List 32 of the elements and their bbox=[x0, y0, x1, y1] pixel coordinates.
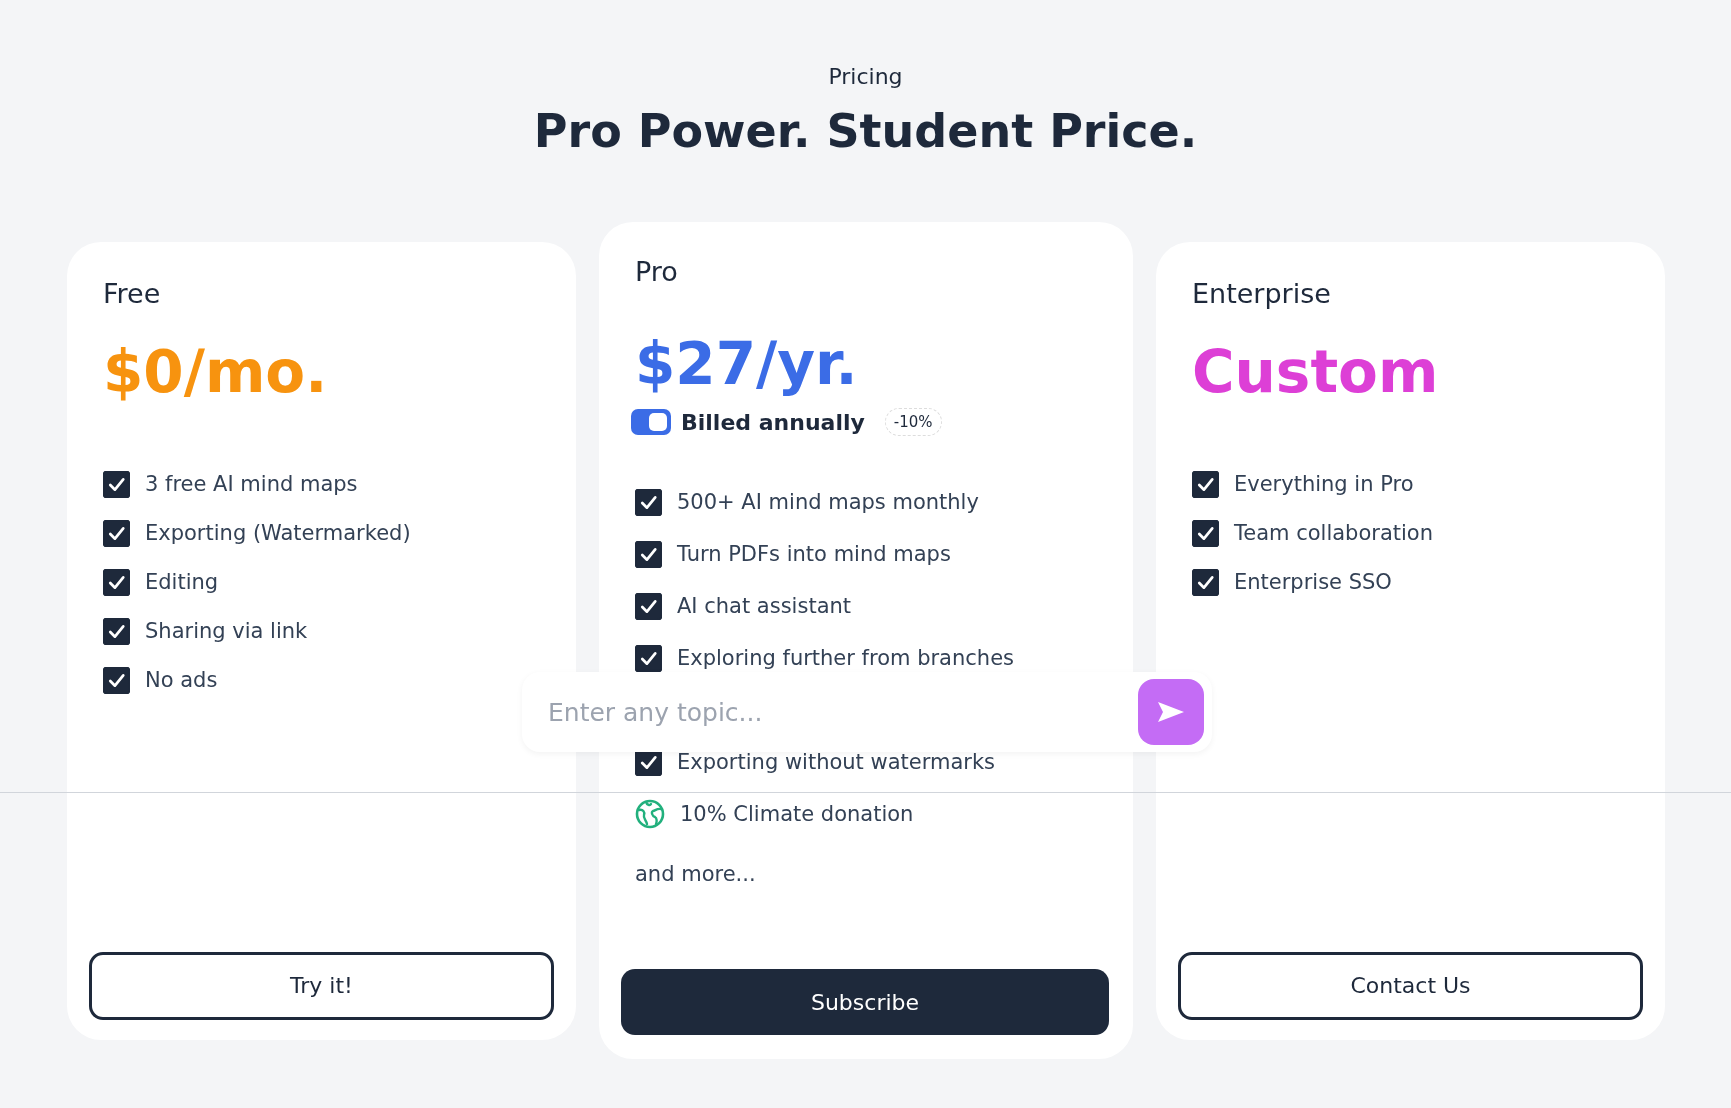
topic-field[interactable]: Enter any topic... bbox=[522, 672, 1212, 752]
billing-toggle[interactable] bbox=[631, 409, 671, 435]
plan-name: Pro bbox=[635, 256, 679, 289]
feature-text: Sharing via link bbox=[145, 619, 308, 643]
feature-text: 500+ AI mind maps monthly bbox=[677, 490, 979, 514]
plan-name: Enterprise bbox=[1192, 277, 1332, 311]
section-label: Pricing bbox=[827, 63, 904, 91]
plan-name: Free bbox=[103, 277, 162, 311]
plan-button[interactable]: Subscribe bbox=[621, 969, 1109, 1035]
plan-button[interactable]: Contact Us bbox=[1178, 951, 1643, 1020]
feature-text: Enterprise SSO bbox=[1234, 570, 1392, 594]
more-text: and more... bbox=[635, 862, 757, 886]
feature-text: No ads bbox=[145, 668, 218, 692]
globe-icon bbox=[635, 799, 665, 829]
send-button[interactable] bbox=[1138, 679, 1204, 745]
plan-price: $0/mo. bbox=[103, 336, 329, 408]
send-icon bbox=[1156, 700, 1186, 724]
feature-text: AI chat assistant bbox=[677, 594, 852, 618]
feature-text: 3 free AI mind maps bbox=[145, 472, 358, 496]
plan-button[interactable]: Try it! bbox=[89, 951, 554, 1020]
feature-text: 10% Climate donation bbox=[680, 802, 914, 826]
feature-text: Exploring further from branches bbox=[677, 646, 1014, 670]
page-title: Pro Power. Student Price. bbox=[532, 104, 1199, 160]
feature-text: Editing bbox=[145, 570, 219, 594]
feature-text: Turn PDFs into mind maps bbox=[677, 542, 951, 566]
feature-text: Team collaboration bbox=[1234, 521, 1434, 545]
billing-label: Billed annually bbox=[681, 409, 865, 435]
plan-price: Custom bbox=[1192, 336, 1440, 408]
feature-text: Exporting (Watermarked) bbox=[145, 521, 411, 545]
feature-text: Exporting without watermarks bbox=[677, 750, 996, 774]
plan-price: $27/yr. bbox=[635, 329, 859, 400]
feature-text: Everything in Pro bbox=[1234, 472, 1414, 496]
